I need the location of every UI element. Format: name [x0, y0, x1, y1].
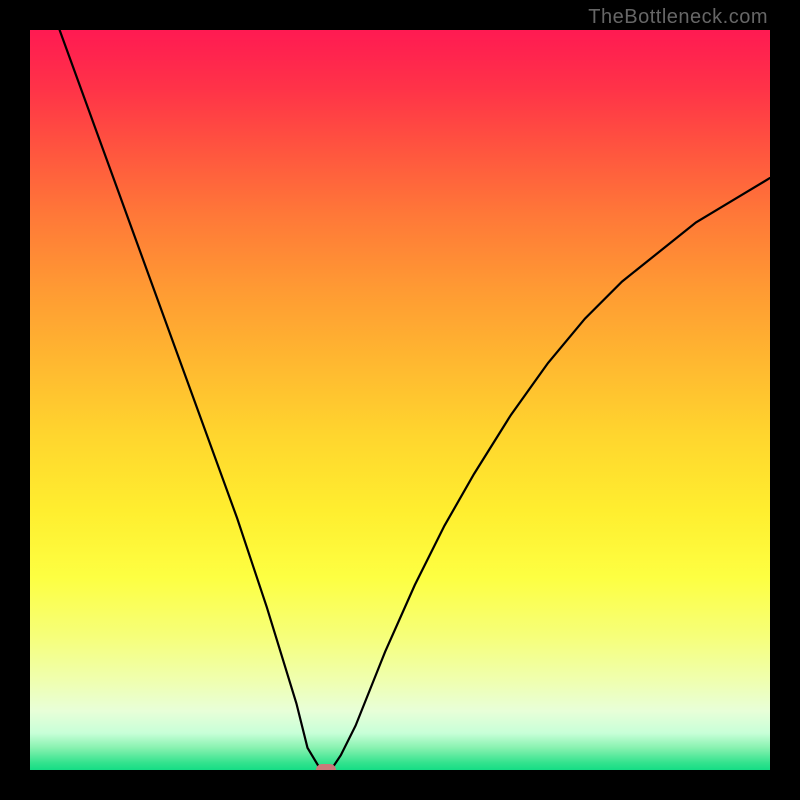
plot-area — [30, 30, 770, 770]
optimal-marker — [316, 764, 336, 770]
chart-frame: TheBottleneck.com — [0, 0, 800, 800]
curve-svg — [30, 30, 770, 770]
watermark-text: TheBottleneck.com — [588, 6, 768, 29]
bottleneck-curve — [60, 30, 770, 770]
